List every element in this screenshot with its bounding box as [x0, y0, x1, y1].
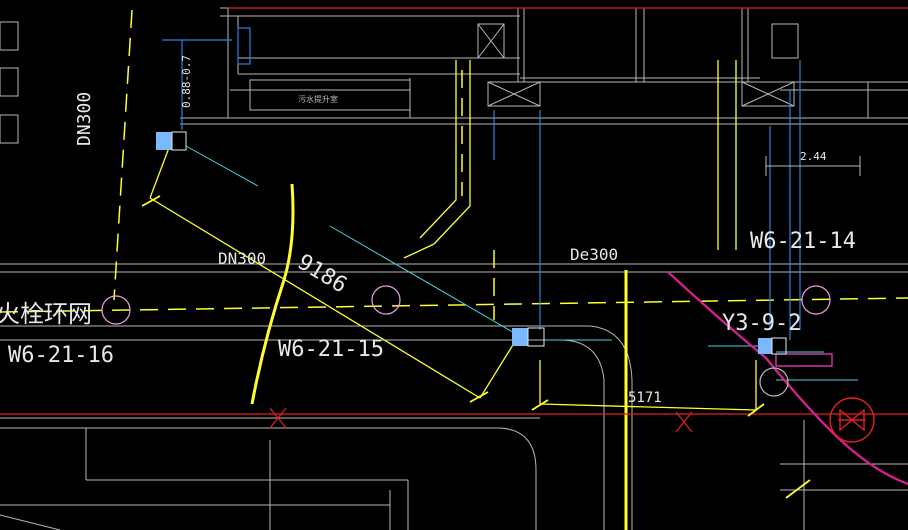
label-w6-21-16: W6-21-16 — [8, 343, 114, 368]
label-dn300-top: DN300 — [218, 249, 266, 268]
label-room: 污水提升室 — [298, 94, 338, 104]
label-w6-21-15: W6-21-15 — [278, 337, 384, 362]
cad-drawing-canvas[interactable]: DN300 0.88-0.7 污水提升室 DN300 De300 9186 51… — [0, 0, 908, 530]
label-elevation: 0.88-0.7 — [180, 55, 193, 108]
label-y3-9-2: Y3-9-2 — [722, 311, 801, 336]
label-dim-244: 2.44 — [800, 150, 827, 163]
canvas-background — [0, 0, 908, 530]
label-w6-21-14: W6-21-14 — [750, 229, 856, 254]
label-de300: De300 — [570, 245, 618, 264]
label-dn300-vertical: DN300 — [74, 92, 95, 146]
label-length-5171: 5171 — [628, 390, 662, 406]
label-fire-loop: 火栓环网 — [0, 300, 92, 328]
